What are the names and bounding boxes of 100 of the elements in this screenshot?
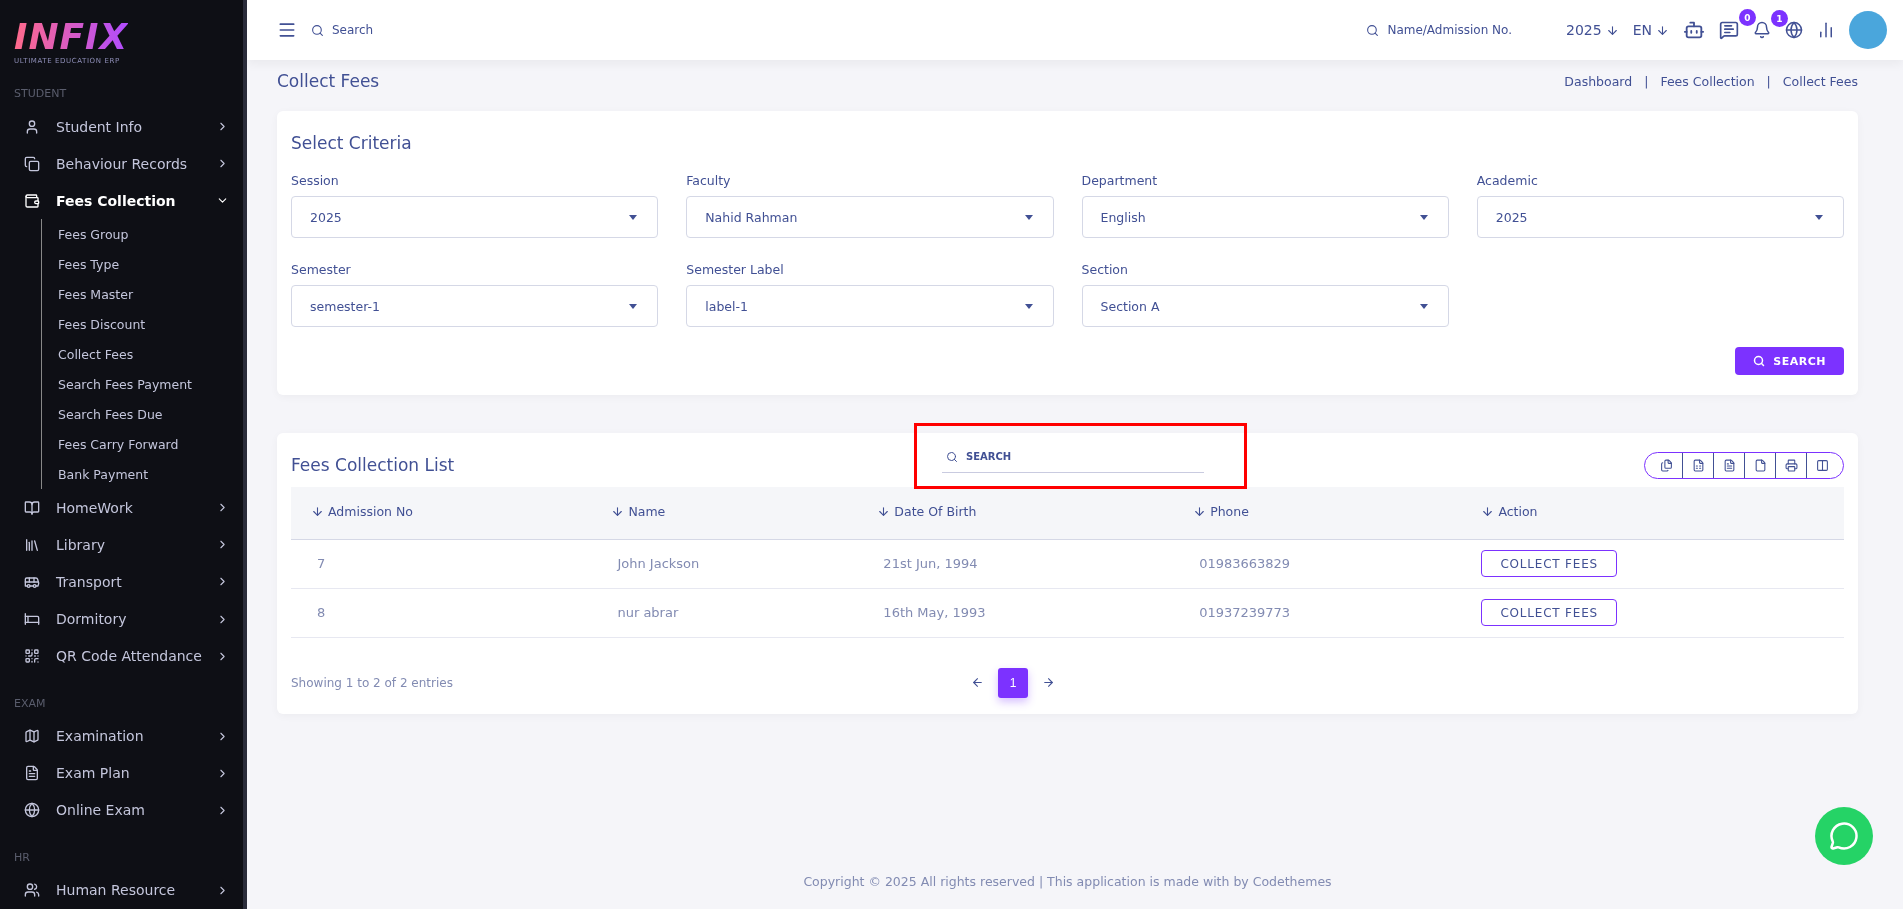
sidebar-subitem[interactable]: Fees Group xyxy=(58,219,129,250)
breadcrumb-separator: | xyxy=(1766,73,1771,89)
column-header[interactable]: Action xyxy=(1481,504,1538,520)
column-header[interactable]: Name xyxy=(611,504,666,520)
sidebar-item[interactable]: QR Code Attendance xyxy=(14,637,229,675)
sidebar-item[interactable]: Library xyxy=(14,526,229,564)
card-title: Fees Collection List xyxy=(291,455,455,475)
previous-page-icon[interactable] xyxy=(971,676,984,689)
select-field[interactable]: 2025 xyxy=(1476,196,1844,238)
breadcrumb-link[interactable]: Fees Collection xyxy=(1660,73,1755,89)
chat-icon[interactable] xyxy=(1719,20,1739,40)
sidebar-heading: HR xyxy=(14,850,30,864)
collect-fees-button[interactable]: COLLECT FEES xyxy=(1481,550,1617,577)
select-field[interactable]: Section A xyxy=(1081,285,1449,327)
book-icon xyxy=(24,499,40,516)
table-cell: 16th May, 1993 xyxy=(883,605,986,620)
chart-icon[interactable] xyxy=(1817,21,1835,39)
sort-arrow-icon xyxy=(311,505,324,519)
menu-icon[interactable] xyxy=(277,20,297,40)
card-title: Select Criteria xyxy=(291,133,413,153)
globe-icon xyxy=(24,802,40,819)
next-page-icon[interactable] xyxy=(1042,676,1055,689)
sidebar-subitem[interactable]: Fees Type xyxy=(58,249,120,280)
avatar[interactable] xyxy=(1849,11,1887,49)
field-label: Semester xyxy=(291,262,352,277)
arrow-down-icon xyxy=(1656,23,1669,37)
table-cell: 21st Jun, 1994 xyxy=(883,556,978,571)
sidebar-item[interactable]: Behaviour Records xyxy=(14,145,229,183)
sidebar-item[interactable]: Online Exam xyxy=(14,791,229,829)
sidebar-subitem[interactable]: Search Fees Due xyxy=(58,399,163,430)
notification-count: 1 xyxy=(1771,10,1788,27)
user-icon xyxy=(24,118,40,135)
sidebar-item[interactable]: Human Resource xyxy=(14,871,229,909)
student-search-field[interactable]: Name/Admission No. xyxy=(1366,23,1513,37)
field-label: Semester Label xyxy=(686,262,785,277)
language-dropdown[interactable]: EN xyxy=(1632,22,1669,38)
select-field[interactable]: semester-1 xyxy=(291,285,659,327)
sidebar-item[interactable]: Exam Plan xyxy=(14,754,229,792)
copy-icon xyxy=(24,155,40,172)
breadcrumb-link[interactable]: Dashboard xyxy=(1564,73,1633,89)
table-search-field[interactable]: SEARCH xyxy=(942,441,1204,473)
select-field[interactable]: label-1 xyxy=(686,285,1054,327)
search-icon xyxy=(1366,23,1380,37)
table-cell: nur abrar xyxy=(617,605,679,620)
collect-fees-button[interactable]: COLLECT FEES xyxy=(1481,599,1617,626)
field-label: Department xyxy=(1081,173,1159,188)
field-label: Academic xyxy=(1476,173,1539,188)
search-icon xyxy=(946,450,958,463)
sidebar-item[interactable]: Student Info xyxy=(14,108,229,146)
users-icon xyxy=(24,882,40,899)
sort-arrow-icon xyxy=(1481,505,1495,519)
select-field[interactable]: Nahid Rahman xyxy=(686,196,1054,238)
sidebar-item[interactable]: Transport xyxy=(14,563,229,601)
select-field[interactable]: English xyxy=(1081,196,1449,238)
table-cell: 01937239773 xyxy=(1199,605,1291,620)
sidebar-item[interactable]: Fees Collection xyxy=(14,182,229,220)
books-icon xyxy=(24,536,40,553)
sidebar-subitem[interactable]: Fees Discount xyxy=(58,309,146,340)
page-title: Collect Fees xyxy=(277,71,380,91)
qr-code-icon xyxy=(24,648,40,665)
column-header[interactable]: Date Of Birth xyxy=(877,504,977,520)
year-dropdown[interactable]: 2025 xyxy=(1566,22,1619,38)
table-cell: 8 xyxy=(317,605,326,620)
sidebar-item[interactable]: HomeWork xyxy=(14,489,229,527)
bed-icon xyxy=(24,611,40,627)
column-header[interactable]: Phone xyxy=(1193,504,1249,520)
sidebar-heading: EXAM xyxy=(14,696,46,710)
sort-arrow-icon xyxy=(877,505,891,519)
table-cell: 7 xyxy=(317,556,326,571)
sidebar-subitem[interactable]: Fees Master xyxy=(58,279,134,310)
document-icon xyxy=(24,765,40,782)
search-icon xyxy=(1753,355,1766,367)
field-label: Faculty xyxy=(686,173,732,188)
robot-icon[interactable] xyxy=(1683,19,1705,41)
select-field[interactable]: 2025 xyxy=(291,196,659,238)
arrow-down-icon xyxy=(1605,23,1619,37)
table-cell: 01983663829 xyxy=(1199,556,1291,571)
breadcrumb-separator: | xyxy=(1644,73,1649,89)
sidebar-subitem[interactable]: Fees Carry Forward xyxy=(58,429,179,460)
sidebar-item[interactable]: Dormitory xyxy=(14,600,229,638)
sidebar-subitem[interactable]: Search Fees Payment xyxy=(58,369,192,400)
search-button[interactable]: SEARCH xyxy=(1735,347,1844,375)
sidebar-item[interactable]: Examination xyxy=(14,717,229,755)
sort-arrow-icon xyxy=(611,505,625,519)
sort-arrow-icon xyxy=(1193,505,1207,519)
field-label: Session xyxy=(291,173,340,188)
wallet-icon xyxy=(24,192,40,209)
sidebar-heading: STUDENT xyxy=(14,87,67,100)
globe-icon[interactable] xyxy=(1785,21,1803,39)
column-header[interactable]: Admission No xyxy=(311,504,413,520)
table-cell: John Jackson xyxy=(617,556,700,571)
message-count: 0 xyxy=(1739,9,1756,26)
bell-icon[interactable] xyxy=(1753,21,1771,39)
map-icon xyxy=(24,728,40,745)
search-field[interactable]: Search xyxy=(311,23,374,37)
breadcrumb-link[interactable]: Collect Fees xyxy=(1782,73,1858,89)
page-button[interactable]: 1 xyxy=(998,667,1028,698)
search-icon xyxy=(311,23,324,37)
sidebar-subitem[interactable]: Bank Payment xyxy=(58,459,149,490)
sidebar-subitem[interactable]: Collect Fees xyxy=(58,339,134,370)
